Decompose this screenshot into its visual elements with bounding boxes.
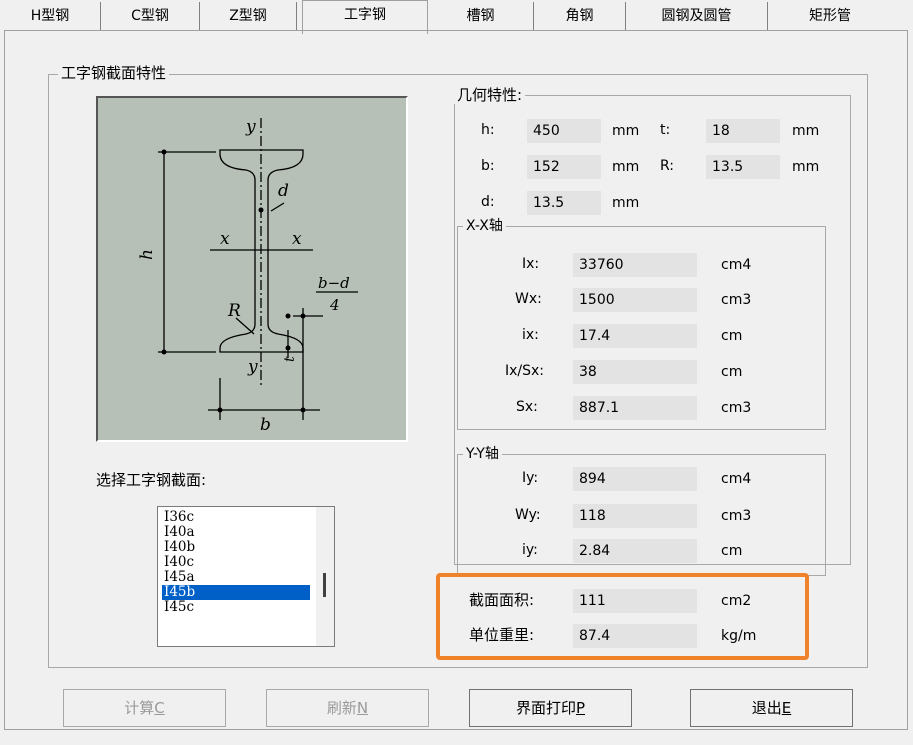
exit-button[interactable]: 退出E xyxy=(690,689,853,727)
list-scrollbar[interactable] xyxy=(316,507,334,646)
rx-value: 17.4 xyxy=(573,324,697,348)
d-unit: mm xyxy=(612,195,640,211)
d-value: 13.5 xyxy=(527,191,601,215)
tab-z-steel[interactable]: Z型钢 xyxy=(200,2,297,30)
ix-value: 33760 xyxy=(573,253,697,277)
wx-unit: cm3 xyxy=(721,292,752,308)
label-x-left: x xyxy=(220,229,230,249)
list-item[interactable]: I40c xyxy=(162,555,310,570)
ix-label: Ix: xyxy=(522,256,540,272)
label-d: d xyxy=(278,181,289,201)
refresh-accel: N xyxy=(356,699,369,717)
exit-label: 退出 xyxy=(751,699,782,717)
calculate-accel: C xyxy=(154,699,165,717)
label-t: t xyxy=(282,356,298,362)
t-label: t: xyxy=(660,122,671,138)
refresh-button[interactable]: 刷新N xyxy=(266,689,429,727)
i-beam-drawing: y y x x d R b b−d 4 h t xyxy=(96,96,408,442)
r-unit: mm xyxy=(792,159,820,175)
h-value: 450 xyxy=(527,119,601,143)
iy-unit: cm4 xyxy=(721,471,752,487)
list-item-selected[interactable]: I45b xyxy=(162,585,310,600)
ixsx-unit: cm xyxy=(721,364,743,380)
b-unit: mm xyxy=(612,159,640,175)
tab-angle[interactable]: 角钢 xyxy=(534,2,626,30)
label-h: h xyxy=(137,249,157,260)
tab-channel[interactable]: 槽钢 xyxy=(428,2,534,30)
highlight-box xyxy=(436,573,809,660)
label-y-bottom: y xyxy=(247,357,258,377)
ry-value: 2.84 xyxy=(573,539,697,563)
ry-unit: cm xyxy=(721,543,743,559)
list-item[interactable]: I45c xyxy=(162,600,310,615)
list-item[interactable]: I45a xyxy=(162,570,310,585)
tab-h-steel[interactable]: H型钢 xyxy=(0,2,101,30)
b-label: b: xyxy=(481,158,495,174)
b-value: 152 xyxy=(527,155,601,179)
tab-i-beam[interactable]: 工字钢 xyxy=(302,0,428,34)
list-item[interactable]: I36c xyxy=(162,510,310,525)
calculate-label: 计算 xyxy=(124,699,155,717)
t-value: 18 xyxy=(706,119,780,143)
section-properties-title: 工字钢截面特性 xyxy=(58,64,170,82)
list-item[interactable]: I40a xyxy=(162,525,310,540)
scrollbar-thumb[interactable] xyxy=(323,573,326,597)
label-x-right: x xyxy=(292,229,302,249)
wy-value: 118 xyxy=(573,504,697,528)
select-section-label: 选择工字钢截面: xyxy=(96,471,207,489)
section-listbox[interactable]: I36c I40a I40b I40c I45a I45b I45c xyxy=(157,506,335,647)
label-y-top: y xyxy=(245,117,256,137)
tab-bar: H型钢 C型钢 Z型钢 工字钢 槽钢 角钢 圆钢及圆管 矩形管 xyxy=(0,0,913,34)
d-label: d: xyxy=(481,194,495,210)
yy-axis-title: Y-Y轴 xyxy=(463,445,502,463)
sx-value: 887.1 xyxy=(573,396,697,420)
print-accel: P xyxy=(575,699,586,717)
print-label: 界面打印 xyxy=(515,699,576,717)
ix-unit: cm4 xyxy=(721,257,752,273)
wx-label: Wx: xyxy=(515,291,542,307)
list-item[interactable]: I40b xyxy=(162,540,310,555)
exit-accel: E xyxy=(781,699,792,717)
r-value: 13.5 xyxy=(706,155,780,179)
tab-c-steel[interactable]: C型钢 xyxy=(101,2,200,30)
sx-label: Sx: xyxy=(516,399,538,415)
wy-unit: cm3 xyxy=(721,508,752,524)
rx-label: ix: xyxy=(522,327,539,343)
label-bd-den: 4 xyxy=(329,296,340,314)
label-b: b xyxy=(260,415,271,435)
calculate-button[interactable]: 计算C xyxy=(63,689,226,727)
label-bd-num: b−d xyxy=(318,274,350,292)
r-label: R: xyxy=(660,158,675,174)
h-label: h: xyxy=(481,122,495,138)
tab-rect-tube[interactable]: 矩形管 xyxy=(768,2,892,30)
ixsx-value: 38 xyxy=(573,360,697,384)
ry-label: iy: xyxy=(522,542,538,558)
tab-round-tube[interactable]: 圆钢及圆管 xyxy=(626,2,768,30)
rx-unit: cm xyxy=(721,328,743,344)
geometry-title: 几何特性: xyxy=(454,86,526,104)
xx-axis-title: X-X轴 xyxy=(463,217,506,235)
wy-label: Wy: xyxy=(515,507,541,523)
ixsx-label: Ix/Sx: xyxy=(505,363,545,379)
t-unit: mm xyxy=(792,123,820,139)
iy-value: 894 xyxy=(573,467,697,491)
i-beam-diagram: y y x x d R b b−d 4 h t xyxy=(137,117,358,435)
h-unit: mm xyxy=(612,123,640,139)
print-button[interactable]: 界面打印P xyxy=(469,689,632,727)
label-r: R xyxy=(227,301,241,321)
refresh-label: 刷新 xyxy=(326,699,357,717)
wx-value: 1500 xyxy=(573,288,697,312)
iy-label: Iy: xyxy=(522,470,539,486)
sx-unit: cm3 xyxy=(721,400,752,416)
